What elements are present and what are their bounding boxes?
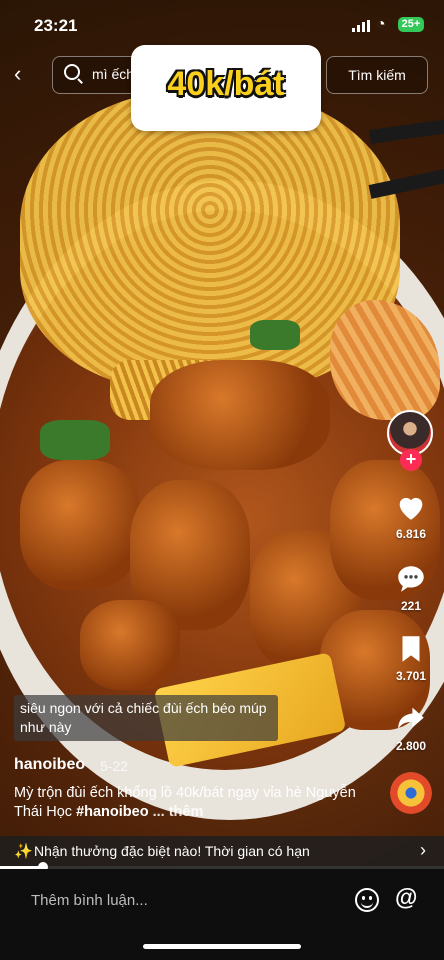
follow-plus-icon[interactable]: + [400, 449, 422, 471]
post-date: 5-22 [100, 758, 129, 774]
clock: 23:21 [34, 16, 78, 35]
chopstick [369, 117, 444, 144]
see-more-link[interactable]: ... thêm [153, 804, 204, 820]
share-count: 2.800 [395, 739, 427, 753]
heart-icon [399, 497, 423, 520]
back-arrow-icon[interactable]: ‹ [14, 63, 34, 85]
frog-leg [80, 600, 180, 690]
frog-leg [150, 360, 330, 470]
hashtag-link[interactable]: #hanoibeo [76, 804, 149, 820]
promo-banner[interactable]: ✨ Nhận thưởng đặc biệt nào! Thời gian có… [0, 836, 444, 866]
caption-overlay: siêu ngon với cả chiếc đùi ếch béo múp n… [14, 695, 278, 741]
comment-count: 221 [400, 599, 422, 613]
save-count: 3.701 [395, 669, 427, 683]
music-disc[interactable] [390, 772, 432, 814]
post-description: Mỳ trộn đùi ếch khổng lồ 40k/bát ngay vỉ… [14, 784, 369, 822]
greens [250, 320, 300, 350]
like-count: 6.816 [395, 527, 427, 541]
gift-icon: ✨ [14, 843, 33, 860]
video-screen: 23:21 ◔ 25+ ‹ mì ếch Tìm kiếm 40k/bát + … [0, 0, 444, 960]
share-arrow-icon [398, 707, 424, 729]
like-button[interactable]: 6.816 [384, 490, 438, 541]
search-button[interactable]: Tìm kiếm [326, 56, 428, 94]
mention-icon[interactable]: @ [395, 884, 417, 911]
cellular-signal-icon [352, 20, 370, 32]
battery-indicator: 25+ [398, 17, 424, 32]
username[interactable]: hanoibeo [14, 756, 85, 774]
chevron-right-icon: › [420, 840, 426, 860]
promo-text: Nhận thưởng đặc biệt nào! Thời gian có h… [34, 843, 310, 859]
search-query: mì ếch [92, 66, 135, 82]
frog-leg [20, 460, 140, 590]
save-button[interactable]: 3.701 [384, 632, 438, 683]
search-icon [64, 64, 80, 80]
wifi-icon: ◔ [376, 16, 386, 33]
bookmark-icon [402, 636, 420, 662]
home-indicator [143, 944, 301, 949]
greens [40, 420, 110, 460]
comment-button[interactable]: 221 [384, 562, 438, 613]
price-sticker-text: 40k/bát [167, 65, 285, 103]
comment-input[interactable]: Thêm bình luận... [31, 892, 148, 909]
price-sticker: 40k/bát [131, 45, 321, 131]
share-button[interactable]: 2.800 [384, 702, 438, 753]
comment-icon [398, 566, 424, 592]
status-bar: 23:21 ◔ 25+ [0, 0, 444, 50]
